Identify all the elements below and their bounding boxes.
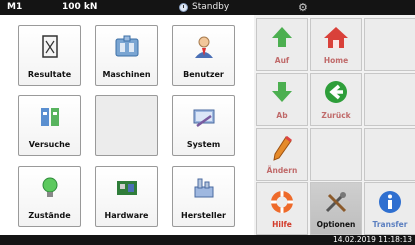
- tile-label: Benutzer: [183, 70, 224, 79]
- tile-resultate[interactable]: Resultate: [18, 25, 81, 86]
- bottom-status-bar: 14.02.2019 11:18:13: [0, 235, 415, 245]
- tile-label: Resultate: [27, 70, 72, 79]
- tile-benutzer[interactable]: Benutzer: [172, 25, 235, 86]
- down-label: Ab: [276, 111, 288, 120]
- tile-label: Zustände: [28, 211, 71, 220]
- options-label: Optionen: [316, 220, 356, 229]
- system-icon: [193, 109, 214, 128]
- results-icon: [41, 35, 58, 58]
- tile-label: Versuche: [28, 140, 71, 149]
- home-button[interactable]: Home: [310, 18, 362, 71]
- empty-cell: [364, 73, 415, 126]
- tile-hersteller[interactable]: Hersteller: [172, 166, 235, 227]
- tile-label: Maschinen: [102, 70, 151, 79]
- force-value: 100 kN: [62, 2, 98, 12]
- datetime: 14.02.2019 11:18:13: [332, 235, 412, 244]
- arrow-down-icon: [272, 82, 292, 102]
- arrow-up-icon: [272, 27, 292, 47]
- user-icon: [194, 36, 213, 58]
- help-label: Hilfe: [272, 220, 292, 229]
- help-button[interactable]: Hilfe: [256, 182, 308, 235]
- top-status-bar: M1 100 kN Standby ⚙: [0, 0, 415, 15]
- machine-status: Standby: [179, 2, 229, 13]
- up-label: Auf: [274, 56, 290, 65]
- home-label: Home: [323, 56, 349, 65]
- tile-system[interactable]: System: [172, 95, 235, 156]
- tile-label: Hardware: [104, 211, 149, 220]
- options-button[interactable]: Optionen: [310, 182, 362, 235]
- edit-label: Ändern: [266, 166, 298, 175]
- states-icon: [42, 177, 57, 197]
- empty-cell: [364, 128, 415, 181]
- hardware-icon: [116, 181, 137, 195]
- back-button[interactable]: Zurück: [310, 73, 362, 126]
- tests-icon: [40, 108, 59, 126]
- up-button[interactable]: Auf: [256, 18, 308, 71]
- tile-versuche[interactable]: Versuche: [18, 95, 81, 156]
- arrow-left-icon: [325, 81, 347, 103]
- transfer-button[interactable]: Transfer: [364, 182, 415, 235]
- info-icon: [379, 191, 401, 213]
- tile-maschinen[interactable]: Maschinen: [95, 25, 158, 86]
- tools-icon: [325, 192, 347, 213]
- tile-label: Hersteller: [181, 211, 226, 220]
- machines-icon: [115, 35, 138, 57]
- edit-button[interactable]: Ändern: [256, 128, 308, 181]
- down-button[interactable]: Ab: [256, 73, 308, 126]
- pencil-icon: [273, 135, 292, 161]
- navigation-panel: Auf Home Ab Zurück Ändern Hilfe Optionen…: [254, 15, 415, 235]
- tile-empty: [95, 95, 158, 156]
- manufacturer-icon: [194, 178, 213, 198]
- lifebuoy-icon: [271, 191, 293, 213]
- tile-hardware[interactable]: Hardware: [95, 166, 158, 227]
- back-label: Zurück: [321, 111, 351, 120]
- machine-id: M1: [7, 2, 23, 12]
- tile-zustaende[interactable]: Zustände: [18, 166, 81, 227]
- main-menu-grid: Resultate Maschinen Benutzer Versuche Sy…: [0, 15, 254, 235]
- gear-icon[interactable]: ⚙: [298, 1, 308, 14]
- tile-label: System: [186, 140, 221, 149]
- status-text: Standby: [192, 2, 230, 12]
- empty-cell: [310, 128, 362, 181]
- empty-cell: [364, 18, 415, 71]
- home-icon: [324, 27, 348, 48]
- transfer-label: Transfer: [372, 220, 408, 229]
- clock-icon: [179, 3, 188, 12]
